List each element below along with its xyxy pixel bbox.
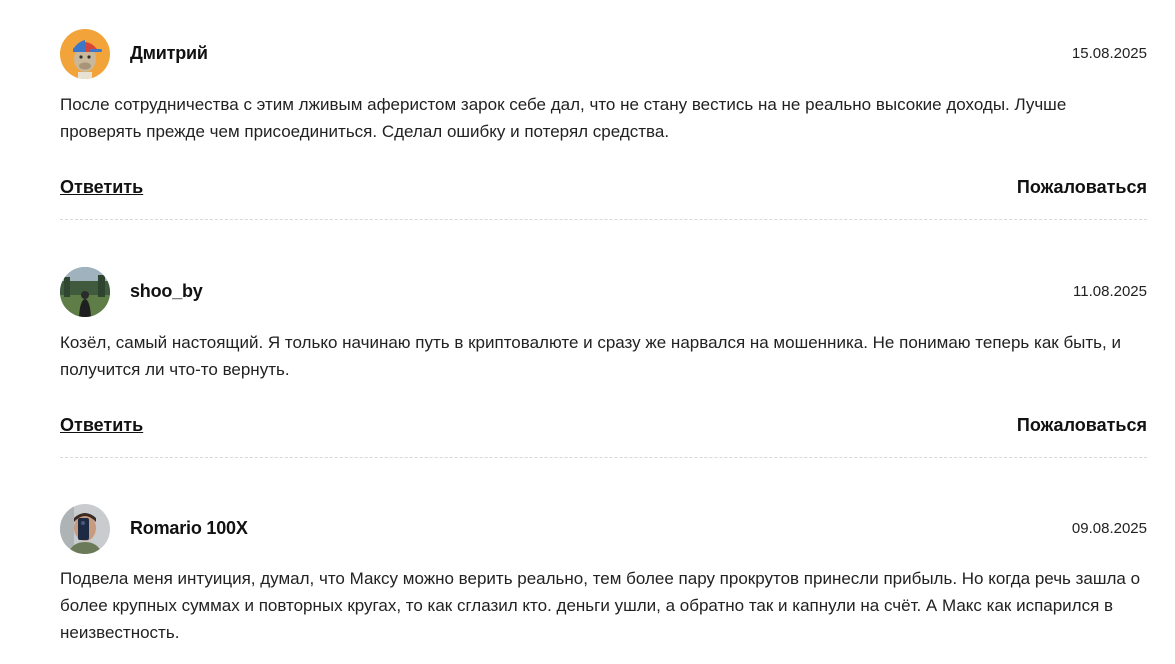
author-name: shoo_by — [130, 281, 203, 301]
comment-date: 09.08.2025 — [1071, 520, 1147, 537]
comment-divider — [60, 457, 1147, 458]
comment-text: Козёл, самый настоящий. Я только начинаю… — [60, 333, 1121, 379]
author-name: Дмитрий — [130, 43, 208, 63]
comment-date: 11.08.2025 — [1073, 283, 1147, 300]
author-name: Romario 100X — [130, 518, 248, 538]
report-link[interactable]: Пожаловаться — [1017, 415, 1147, 436]
comment-divider — [60, 219, 1147, 220]
reply-link[interactable]: Ответить — [60, 177, 143, 198]
outdoor-photo-avatar-image — [60, 267, 110, 317]
reply-link[interactable]: Ответить — [60, 415, 143, 436]
comment-header: Romario 100X 09.08.2025 — [60, 504, 1147, 554]
comment-actions: Ответить Пожаловаться — [60, 177, 1147, 201]
report-link[interactable]: Пожаловаться — [1017, 177, 1147, 198]
selfie-avatar-image — [60, 504, 110, 554]
ape-avatar-image — [60, 29, 110, 79]
comment-text: Подвела меня интуиция, думал, что Максу … — [60, 569, 1141, 642]
comment-header: Дмитрий 15.08.2025 — [60, 29, 1147, 79]
avatar[interactable] — [60, 29, 110, 79]
avatar[interactable] — [60, 267, 110, 317]
comment-actions: Ответить Пожаловаться — [60, 415, 1147, 439]
comment-date: 15.08.2025 — [1071, 45, 1147, 62]
comment-text: После сотрудничества с этим лживым афери… — [60, 95, 1067, 141]
comment-header: shoo_by 11.08.2025 — [60, 267, 1147, 317]
avatar[interactable] — [60, 504, 110, 554]
